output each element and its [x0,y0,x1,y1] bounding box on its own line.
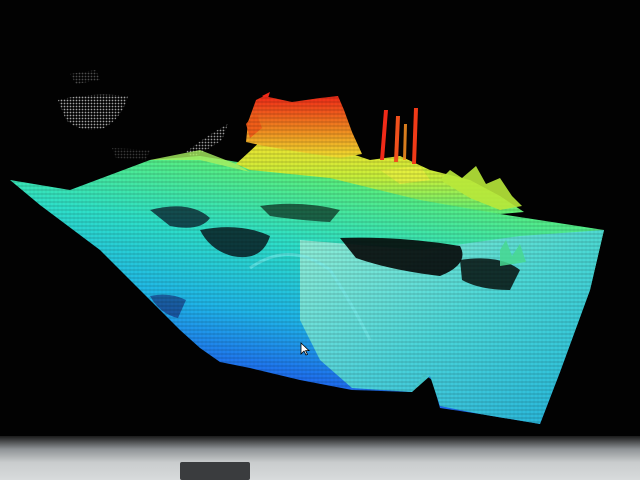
seabed-surface [10,156,604,424]
grey-point-cluster [58,70,228,160]
screen [0,0,640,480]
mouse-pointer-icon [300,342,310,356]
point-cloud-viewport[interactable] [0,0,640,480]
monitor-base [180,462,250,480]
monitor-bezel [0,436,640,480]
